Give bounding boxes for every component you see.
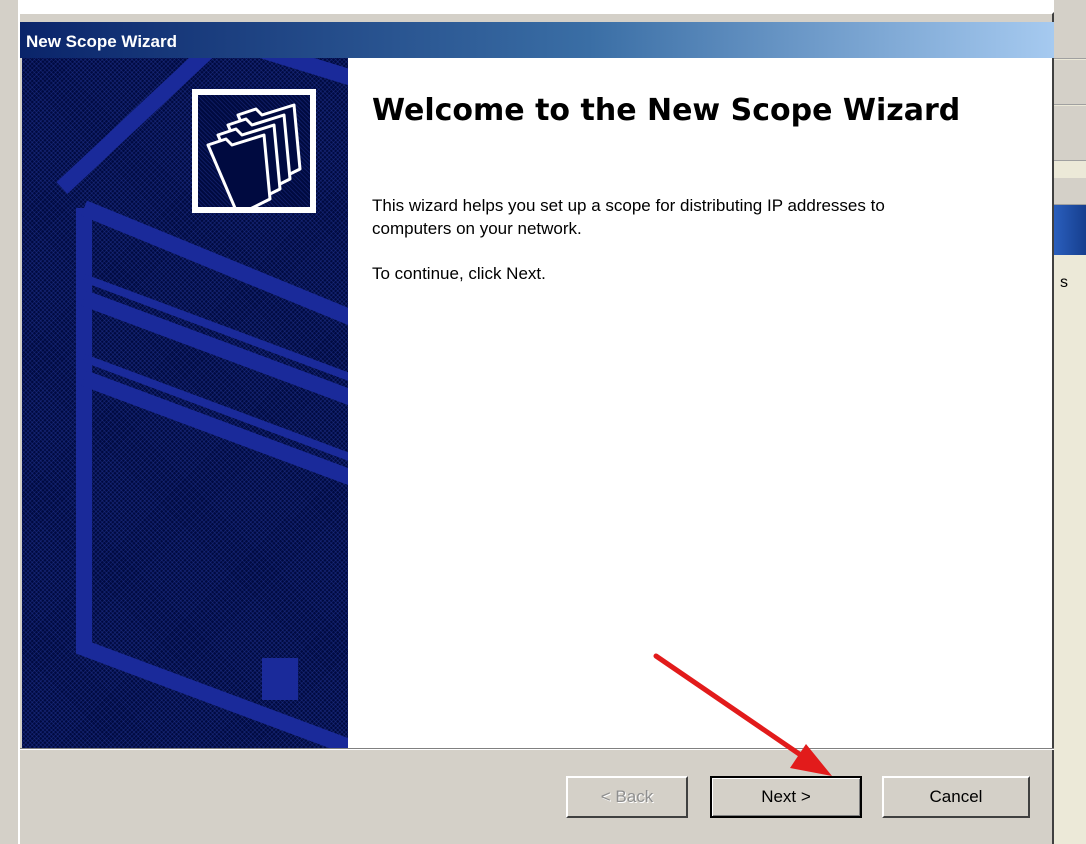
- next-button[interactable]: Next >: [710, 776, 862, 818]
- footer-separator: [20, 748, 1054, 750]
- background-toolbar-row: [1054, 0, 1086, 59]
- title-bar[interactable]: New Scope Wizard: [20, 22, 1054, 58]
- cancel-button[interactable]: Cancel: [882, 776, 1030, 818]
- background-toolbar-row: [1054, 60, 1086, 105]
- folders-icon: [192, 89, 316, 217]
- wizard-description: This wizard helps you set up a scope for…: [372, 196, 885, 238]
- back-button[interactable]: < Back: [566, 776, 688, 818]
- wizard-content-panel: Welcome to the New Scope Wizard This wiz…: [348, 58, 1052, 748]
- background-header-row: [1054, 178, 1086, 205]
- new-scope-wizard-dialog: New Scope Wizard Welcome to the New Scop…: [18, 12, 1054, 844]
- background-window-left-edge: [0, 0, 18, 844]
- wizard-heading: Welcome to the New Scope Wizard: [372, 93, 961, 128]
- screen: s New Scope Wizard Welcome to the New Sc…: [0, 0, 1086, 844]
- background-toolbar-row: [1054, 106, 1086, 161]
- background-selected-item[interactable]: [1054, 205, 1086, 255]
- background-list-text: s: [1060, 274, 1068, 291]
- window-title: New Scope Wizard: [26, 32, 177, 51]
- wizard-instruction: To continue, click Next.: [372, 264, 546, 283]
